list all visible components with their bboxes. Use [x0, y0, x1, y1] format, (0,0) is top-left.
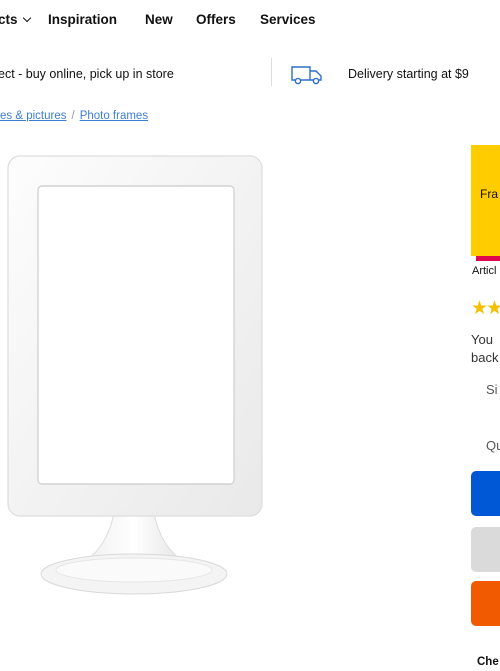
orange-action-button[interactable] — [471, 581, 500, 626]
article-number-label: Articl — [472, 265, 497, 277]
badge-label: Fra — [480, 187, 498, 201]
delivery-text: Delivery starting at $9 — [348, 67, 469, 81]
photo-frame-image[interactable] — [4, 150, 266, 600]
size-selector[interactable]: Si — [486, 382, 498, 397]
rating-stars[interactable]: ★★ — [471, 297, 500, 320]
add-to-cart-button[interactable] — [471, 471, 500, 516]
nav-item-new[interactable]: New — [145, 12, 173, 27]
main-navigation: cts Inspiration New Offers Services — [0, 0, 500, 42]
quantity-field[interactable]: Qu — [486, 438, 500, 453]
secondary-button[interactable] — [471, 527, 500, 572]
breadcrumb-separator: / — [71, 110, 75, 122]
nav-item-inspiration[interactable]: Inspiration — [48, 12, 117, 27]
truck-icon — [291, 66, 322, 85]
check-availability-link[interactable]: Che — [477, 656, 499, 668]
promo-divider — [271, 58, 272, 86]
breadcrumb-item-frames-pictures[interactable]: es & pictures — [0, 110, 66, 122]
nav-item-services[interactable]: Services — [260, 12, 316, 27]
price-badge: Fra — [471, 145, 500, 256]
breadcrumb-item-photo-frames[interactable]: Photo frames — [80, 110, 148, 122]
product-description: You back — [471, 332, 499, 365]
breadcrumb: es & pictures / Photo frames — [0, 110, 148, 122]
nav-item-products[interactable]: cts — [0, 12, 31, 27]
star-icon: ★ — [486, 298, 500, 319]
price-badge-accent — [476, 256, 500, 261]
chevron-down-icon — [22, 13, 31, 23]
nav-item-offers[interactable]: Offers — [196, 12, 236, 27]
click-collect-text: ect - buy online, pick up in store — [0, 67, 174, 81]
star-icon: ★ — [471, 298, 488, 319]
